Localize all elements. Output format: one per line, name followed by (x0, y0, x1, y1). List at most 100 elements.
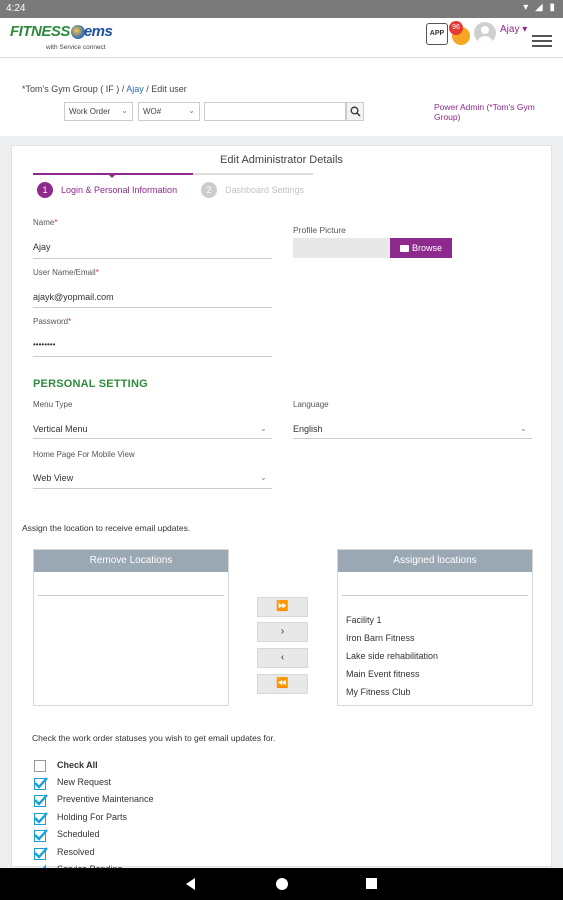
power-admin-link[interactable]: Power Admin (*Tom's Gym Group) (434, 102, 544, 122)
status-label: Resolved (57, 847, 95, 857)
language-label: Language (293, 400, 329, 409)
wizard-step-2-label[interactable]: Dashboard Settings (225, 185, 304, 195)
status-bar: 4:24 ▾ ◢ ▮ (0, 0, 563, 18)
list-item[interactable]: Facility 1 (346, 615, 382, 625)
password-underline (33, 356, 272, 357)
name-underline (33, 258, 272, 259)
email-underline (33, 307, 272, 308)
breadcrumb: *Tom's Gym Group ( IF ) / Ajay / Edit us… (22, 84, 187, 94)
app-header: FITNESS ems with Service connect APP 96 A… (0, 18, 563, 58)
wizard-step-1-number[interactable]: 1 (37, 182, 53, 198)
user-menu[interactable]: Ajay ▾ (500, 24, 527, 35)
wizard-step-1-label[interactable]: Login & Personal Information (61, 185, 177, 195)
check-all-checkbox[interactable] (34, 760, 46, 772)
breadcrumb-current: / Edit user (146, 84, 187, 94)
search-icon (350, 106, 361, 117)
profile-picture-path[interactable] (293, 238, 390, 258)
move-left-button[interactable]: ‹ (257, 648, 308, 668)
fitness-ems-logo[interactable]: FITNESS ems with Service connect (10, 22, 122, 54)
logo-text: FITNESS ems (10, 23, 113, 40)
app-download-icon[interactable]: APP (426, 23, 448, 45)
android-nav-bar (0, 868, 563, 900)
search-field-value: WO# (143, 107, 162, 116)
status-checkbox[interactable] (34, 777, 48, 790)
status-time: 4:24 (6, 3, 26, 14)
language-underline (293, 438, 532, 439)
home-icon[interactable] (276, 878, 288, 890)
folder-icon (399, 245, 409, 252)
status-checkbox[interactable] (34, 794, 48, 807)
wizard-progress-inactive (193, 173, 313, 175)
check-icon (34, 777, 48, 790)
assigned-locations-filter[interactable] (342, 595, 528, 596)
wizard-step-2-number[interactable]: 2 (201, 182, 217, 198)
language-select[interactable]: English (293, 424, 323, 434)
personal-setting-heading: PERSONAL SETTING (33, 378, 148, 390)
breadcrumb-user-link[interactable]: Ajay (126, 84, 144, 94)
profile-picture-label: Profile Picture (293, 225, 346, 235)
remove-locations-panel: Remove Locations (33, 549, 229, 706)
browse-label: Browse (411, 243, 442, 253)
chevron-down-icon: ⌄ (260, 424, 267, 433)
list-item[interactable]: Main Event fitness (346, 669, 420, 679)
search-button[interactable] (346, 102, 364, 121)
search-field-select[interactable]: WO# ⌄ (138, 102, 200, 121)
assigned-locations-panel: Assigned locations Facility 1 Iron Barn … (337, 549, 533, 706)
status-checkbox[interactable] (34, 847, 48, 860)
status-label: Holding For Parts (57, 812, 128, 822)
page-title: Edit Administrator Details (220, 154, 343, 166)
status-label: New Request (57, 777, 112, 787)
search-input[interactable] (204, 102, 346, 121)
home-page-label: Home Page For Mobile View (33, 450, 135, 459)
globe-icon (71, 25, 85, 39)
status-checkbox[interactable] (34, 812, 48, 825)
move-right-button[interactable]: › (257, 622, 308, 642)
assigned-locations-header: Assigned locations (338, 550, 532, 572)
breadcrumb-group[interactable]: *Tom's Gym Group ( IF ) / (22, 84, 124, 94)
back-icon[interactable] (186, 878, 195, 890)
remove-locations-header: Remove Locations (34, 550, 228, 572)
edit-admin-card: Edit Administrator Details 1 Login & Per… (11, 145, 552, 868)
wo-status-text: Check the work order statuses you wish t… (32, 733, 276, 743)
password-field[interactable]: •••••••• (33, 340, 55, 349)
menu-type-label: Menu Type (33, 400, 73, 409)
check-icon (34, 794, 48, 807)
name-label: Name* (33, 218, 58, 227)
avatar[interactable] (474, 22, 496, 44)
wizard-notch (108, 174, 116, 178)
remove-locations-filter[interactable] (38, 595, 224, 596)
email-label: User Name/Email* (33, 268, 99, 277)
check-icon (34, 812, 48, 825)
check-icon (34, 829, 48, 842)
notification-badge[interactable]: 96 (449, 21, 463, 35)
move-all-right-button[interactable]: ⏩ (257, 597, 308, 617)
search-type-select[interactable]: Work Order ⌄ (64, 102, 133, 121)
home-page-underline (33, 488, 272, 489)
check-icon (34, 847, 48, 860)
password-label: Password* (33, 317, 72, 326)
status-checkbox[interactable] (34, 829, 48, 842)
sub-header: *Tom's Gym Group ( IF ) / Ajay / Edit us… (0, 58, 563, 136)
list-item[interactable]: Iron Barn Fitness (346, 633, 415, 643)
email-field[interactable]: ajayk@yopmail.com (33, 292, 114, 302)
menu-type-select[interactable]: Vertical Menu (33, 424, 88, 434)
name-field[interactable]: Ajay (33, 242, 51, 252)
move-all-left-button[interactable]: ⏪ (257, 674, 308, 694)
list-item[interactable]: My Fitness Club (346, 687, 411, 697)
status-icons: ▾ ◢ ▮ (523, 2, 557, 13)
search-type-value: Work Order (69, 107, 111, 116)
menu-type-underline (33, 438, 272, 439)
chevron-down-icon: ⌄ (520, 424, 527, 433)
logo-tagline: with Service connect (46, 44, 106, 51)
status-label: Scheduled (57, 829, 100, 839)
check-all-label: Check All (57, 760, 98, 770)
list-item[interactable]: Lake side rehabilitation (346, 651, 438, 661)
assign-location-text: Assign the location to receive email upd… (22, 523, 191, 533)
status-label: Preventive Maintenance (57, 794, 154, 804)
recent-apps-icon[interactable] (366, 878, 377, 889)
chevron-down-icon: ⌄ (260, 473, 267, 482)
home-page-select[interactable]: Web View (33, 473, 73, 483)
hamburger-menu-icon[interactable] (532, 35, 552, 47)
browse-button[interactable]: Browse (390, 238, 452, 258)
chevron-down-icon: ⌄ (188, 106, 195, 115)
